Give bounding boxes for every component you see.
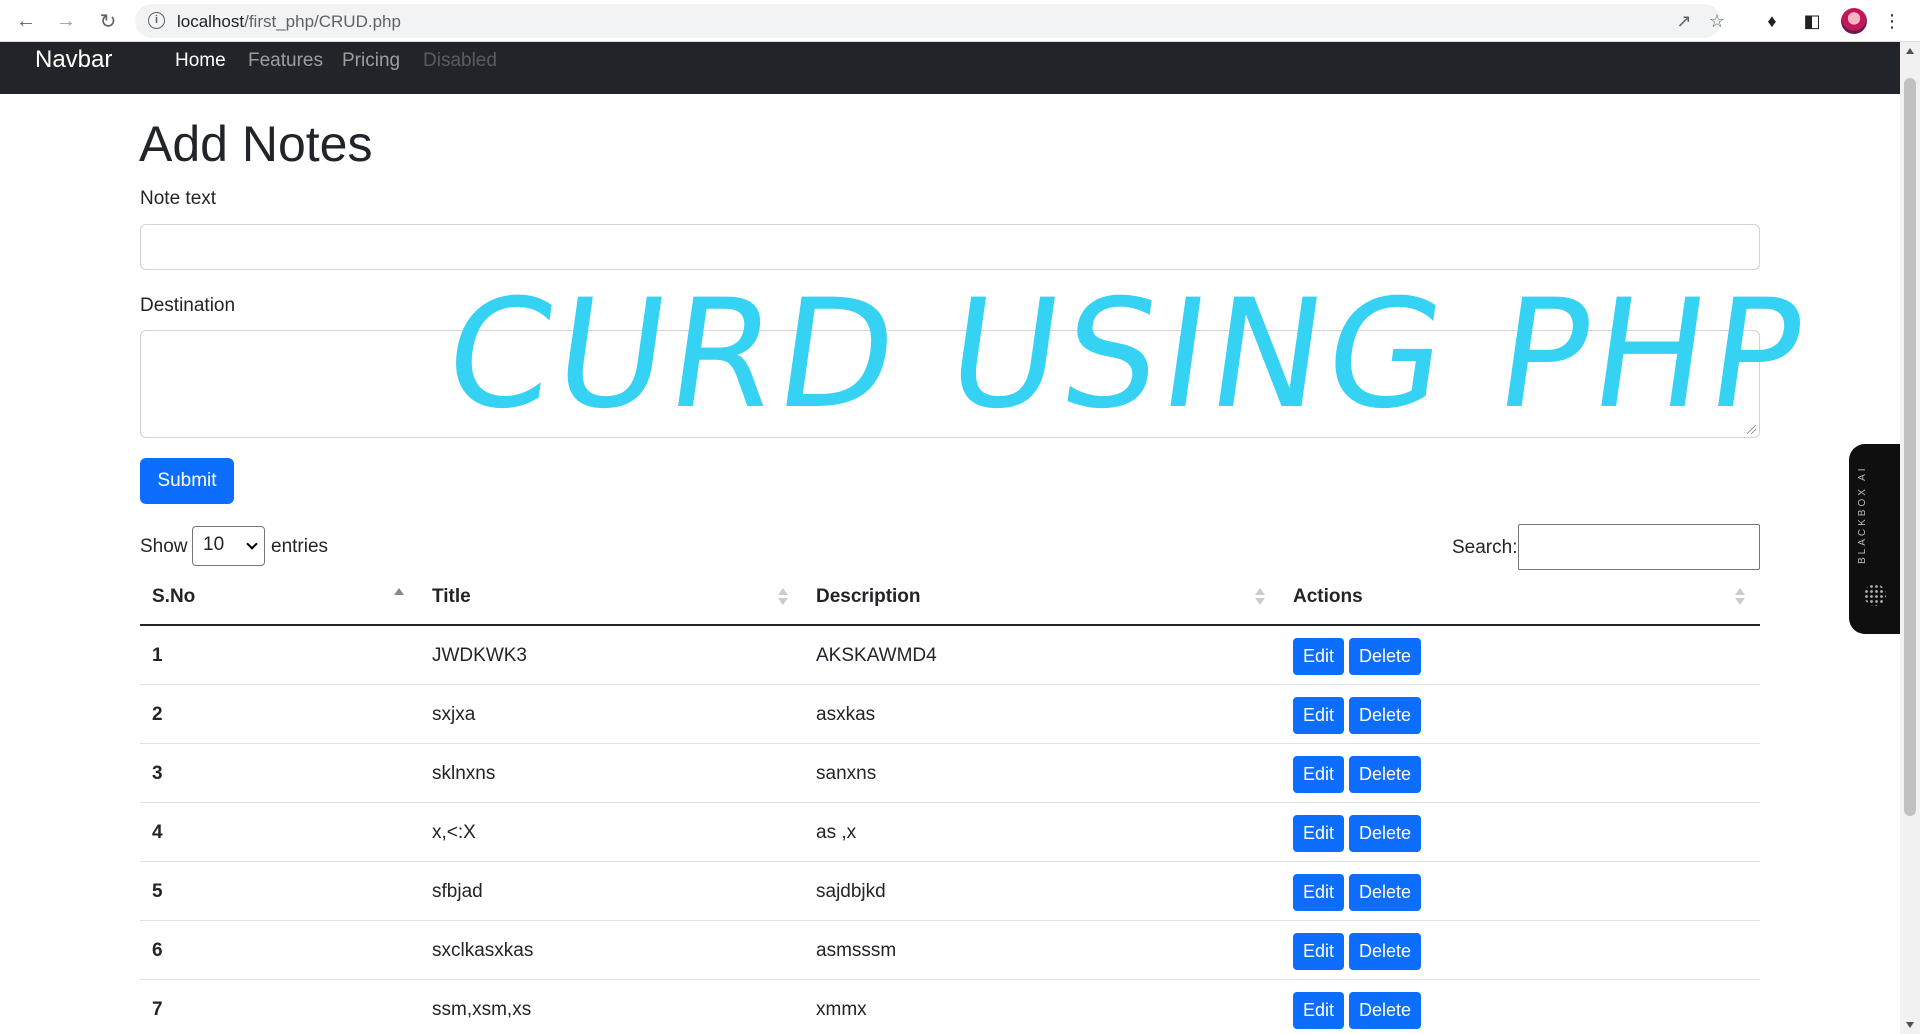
- scroll-up-arrow-icon[interactable]: [1906, 48, 1914, 54]
- delete-button[interactable]: Delete: [1349, 697, 1421, 734]
- table-row: 7 ssm,xsm,xs xmmx Edit Delete: [140, 980, 1760, 1034]
- delete-button[interactable]: Delete: [1349, 874, 1421, 911]
- nav-link-features[interactable]: Features: [248, 50, 323, 72]
- sort-icon[interactable]: [1255, 586, 1265, 608]
- show-label: Show: [140, 536, 188, 557]
- site-navbar: Navbar Home Features Pricing Disabled: [0, 42, 1900, 94]
- browser-menu-icon[interactable]: ⋮: [1880, 9, 1904, 33]
- cell-sno: 4: [152, 822, 163, 843]
- cell-title: sklnxns: [432, 763, 496, 784]
- cell-description: sajdbjkd: [816, 881, 886, 902]
- edit-button[interactable]: Edit: [1293, 992, 1344, 1029]
- table-row: 4 x,<:X as ,x Edit Delete: [140, 803, 1760, 862]
- url-text[interactable]: localhost/first_php/CRUD.php: [177, 12, 401, 32]
- table-row: 2 sxjxa asxkas Edit Delete: [140, 685, 1760, 744]
- delete-button[interactable]: Delete: [1349, 815, 1421, 852]
- entries-label: entries: [271, 536, 329, 557]
- cell-sno: 7: [152, 999, 163, 1020]
- cell-title: sxjxa: [432, 704, 476, 725]
- cell-title: x,<:X: [432, 822, 476, 843]
- search-input[interactable]: [1518, 524, 1760, 570]
- scroll-down-arrow-icon[interactable]: [1906, 1022, 1914, 1028]
- blackbox-logo-icon: [1864, 584, 1886, 606]
- entries-select[interactable]: 10: [192, 526, 265, 566]
- cell-description: as ,x: [816, 822, 857, 843]
- column-header-sno[interactable]: S.No: [152, 586, 195, 608]
- site-info-icon[interactable]: i: [148, 12, 165, 29]
- cell-title: sxclkasxkas: [432, 940, 534, 961]
- chevron-down-icon: [246, 538, 258, 550]
- url-path: /first_php/CRUD.php: [244, 12, 401, 31]
- cell-description: sanxns: [816, 763, 877, 784]
- delete-button[interactable]: Delete: [1349, 638, 1421, 675]
- cell-sno: 5: [152, 881, 163, 902]
- cell-description: xmmx: [816, 999, 867, 1020]
- blackbox-ai-tab[interactable]: BLACKBOX AI: [1849, 444, 1900, 634]
- extensions-puzzle-icon[interactable]: ♦: [1760, 9, 1784, 33]
- sort-icon[interactable]: [1735, 586, 1745, 608]
- address-bar[interactable]: i localhost/first_php/CRUD.php ↗ ☆: [135, 4, 1725, 38]
- column-header-title[interactable]: Title: [432, 586, 471, 608]
- reload-icon[interactable]: ↻: [94, 7, 122, 35]
- profile-avatar[interactable]: [1841, 8, 1867, 34]
- forward-arrow-icon[interactable]: →: [52, 7, 80, 35]
- cell-sno: 2: [152, 704, 163, 725]
- delete-button[interactable]: Delete: [1349, 756, 1421, 793]
- side-panel-icon[interactable]: ◧: [1800, 9, 1824, 33]
- submit-button[interactable]: Submit: [140, 458, 234, 504]
- table-row: 5 sfbjad sajdbjkd Edit Delete: [140, 862, 1760, 921]
- note-title-label: Note text: [140, 188, 217, 209]
- cell-title: sfbjad: [432, 881, 483, 902]
- url-host: localhost: [177, 12, 245, 31]
- table-row: 6 sxclkasxkas asmsssm Edit Delete: [140, 921, 1760, 980]
- column-header-description[interactable]: Description: [816, 586, 921, 608]
- blackbox-ai-label: BLACKBOX AI: [1857, 465, 1868, 564]
- table-row: 1 JWDKWK3 AKSKAWMD4 Edit Delete: [140, 626, 1760, 685]
- edit-button[interactable]: Edit: [1293, 638, 1344, 675]
- nav-link-pricing[interactable]: Pricing: [342, 50, 400, 72]
- cell-description: asmsssm: [816, 940, 897, 961]
- page-title: Add Notes: [139, 116, 373, 172]
- column-header-actions[interactable]: Actions: [1293, 586, 1363, 608]
- back-arrow-icon[interactable]: ←: [12, 7, 40, 35]
- cell-sno: 6: [152, 940, 163, 961]
- edit-button[interactable]: Edit: [1293, 933, 1344, 970]
- cell-sno: 1: [152, 645, 163, 666]
- bookmark-star-icon[interactable]: ☆: [1706, 10, 1728, 32]
- delete-button[interactable]: Delete: [1349, 992, 1421, 1029]
- cell-description: AKSKAWMD4: [816, 645, 937, 666]
- nav-link-home[interactable]: Home: [175, 50, 226, 72]
- nav-link-disabled: Disabled: [423, 50, 497, 71]
- sort-icon[interactable]: [778, 586, 788, 608]
- page-scrollbar[interactable]: [1900, 42, 1920, 1034]
- cell-title: ssm,xsm,xs: [432, 999, 532, 1020]
- cell-sno: 3: [152, 763, 163, 784]
- cell-description: asxkas: [816, 704, 876, 725]
- cell-title: JWDKWK3: [432, 645, 527, 666]
- search-label: Search:: [1452, 537, 1518, 558]
- scrollbar-thumb[interactable]: [1904, 78, 1916, 816]
- edit-button[interactable]: Edit: [1293, 756, 1344, 793]
- edit-button[interactable]: Edit: [1293, 697, 1344, 734]
- entries-select-value: 10: [203, 534, 225, 555]
- delete-button[interactable]: Delete: [1349, 933, 1421, 970]
- sort-ascending-icon[interactable]: [394, 586, 404, 608]
- share-icon[interactable]: ↗: [1673, 10, 1695, 32]
- edit-button[interactable]: Edit: [1293, 815, 1344, 852]
- browser-toolbar: ← → ↻ i localhost/first_php/CRUD.php ↗ ☆…: [0, 0, 1920, 42]
- note-title-input[interactable]: [140, 224, 1760, 270]
- navbar-brand[interactable]: Navbar: [35, 46, 112, 74]
- watermark-title: CURD USING PHP: [435, 268, 1818, 442]
- edit-button[interactable]: Edit: [1293, 874, 1344, 911]
- note-description-label: Destination: [140, 295, 236, 316]
- table-row: 3 sklnxns sanxns Edit Delete: [140, 744, 1760, 803]
